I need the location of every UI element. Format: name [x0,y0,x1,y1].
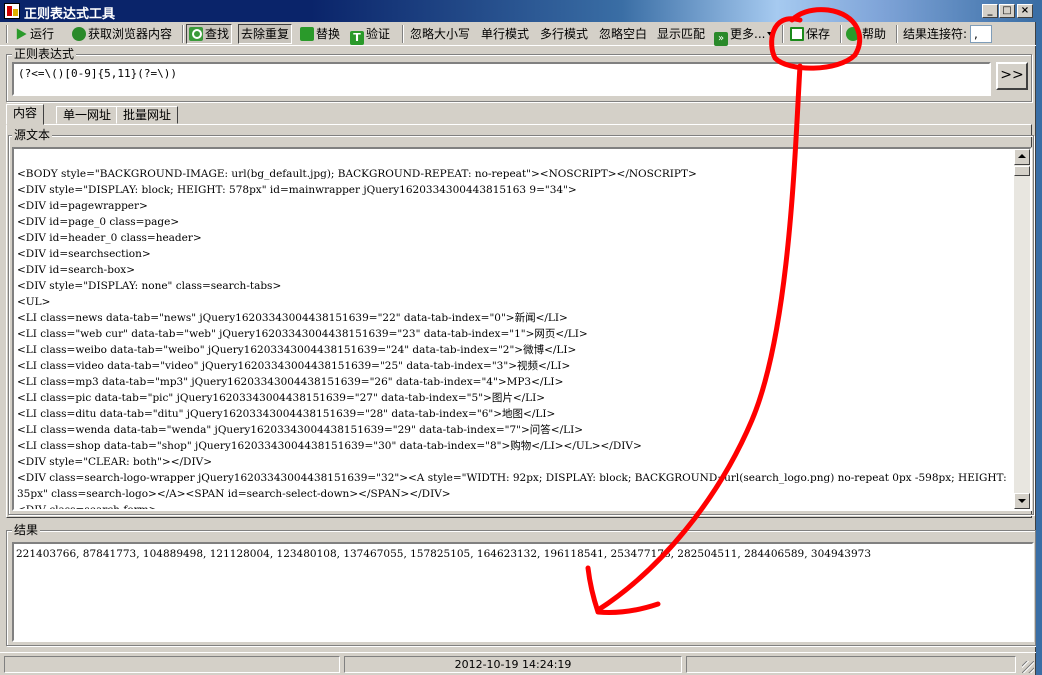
app-icon[interactable] [4,3,20,19]
help-label: 帮助 [862,27,887,41]
source-group-label: 源文本 [12,128,53,142]
result-text-area[interactable]: 221403766, 87841773, 104889498, 12112800… [12,542,1034,642]
separator-label: 结果连接符: [903,27,968,41]
run-button[interactable]: 运行 [14,24,54,44]
verify-label: 验证 [366,27,391,41]
window-title: 正则表达式工具 [24,7,116,22]
browser-icon [72,27,86,41]
scrollbar-thumb[interactable] [1014,166,1030,176]
tab-content[interactable]: 内容 [6,104,45,125]
source-text-area[interactable]: <BODY style="BACKGROUND-IMAGE: url(bg_de… [12,147,1032,511]
resize-grip-icon[interactable] [1022,661,1034,673]
apply-regex-button[interactable]: >> [996,62,1028,90]
source-vertical-scrollbar[interactable] [1014,149,1030,509]
title-bar[interactable]: 正则表达式工具 _ □ × [0,0,1036,22]
get-browser-label: 获取浏览器内容 [88,27,173,41]
toolbar-separator [782,25,784,43]
tab-single-url[interactable]: 单一网址 [56,106,119,124]
tab-batch-url[interactable]: 批量网址 [116,106,179,124]
toolbar-grip [6,25,8,43]
status-cell-right [686,656,1016,673]
status-bar: 2012-10-19 14:24:19 [0,652,1036,675]
help-icon [846,27,860,41]
scroll-down-arrow-icon[interactable] [1014,493,1030,509]
multi-line-toggle[interactable]: 多行模式 [540,24,588,44]
search-icon [189,27,203,41]
run-label: 运行 [30,27,55,41]
ignore-whitespace-toggle[interactable]: 忽略空白 [599,24,647,44]
result-separator-input[interactable]: , [970,25,992,43]
toolbar-separator [840,25,842,43]
close-button[interactable]: × [1017,4,1033,18]
more-label: 更多... [730,27,766,41]
maximize-button[interactable]: □ [999,4,1015,18]
play-icon [16,28,27,40]
regex-group-label: 正则表达式 [12,47,77,61]
verify-button[interactable]: T 验证 [350,24,391,45]
verify-icon: T [350,31,364,45]
replace-button[interactable]: 替换 [300,24,340,44]
remove-duplicates-button[interactable]: 去除重复 [238,24,293,44]
double-chevron-icon: » [714,32,728,46]
find-button[interactable]: 查找 [186,24,233,44]
floppy-disk-icon [790,27,804,41]
scroll-up-arrow-icon[interactable] [1014,149,1030,165]
toolbar-separator [182,25,184,43]
status-cell-left [4,656,340,673]
get-browser-content-button[interactable]: 获取浏览器内容 [72,24,172,44]
help-button[interactable]: 帮助 [846,24,886,44]
toolbar: 运行 获取浏览器内容 查找 去除重复 替换 T 验证 忽略大小写 单行模式 多行模… [0,22,1036,46]
ignore-case-toggle[interactable]: 忽略大小写 [410,24,470,44]
regex-input[interactable]: (?<=\()[0-9]{5,11}(?=\)) [12,62,991,96]
replace-label: 替换 [316,27,341,41]
find-label: 查找 [205,27,230,41]
status-datetime: 2012-10-19 14:24:19 [344,656,682,673]
source-text: <BODY style="BACKGROUND-IMAGE: url(bg_de… [17,168,1007,511]
save-button[interactable]: 保存 [790,24,830,44]
more-dropdown[interactable]: » 更多... [714,24,774,46]
remove-duplicates-label: 去除重复 [241,27,290,41]
result-group-label: 结果 [12,523,41,537]
single-line-toggle[interactable]: 单行模式 [481,24,529,44]
desktop-background [1036,0,1042,675]
replace-icon [300,27,314,41]
toolbar-separator [896,25,898,43]
save-label: 保存 [806,27,831,41]
show-match-toggle[interactable]: 显示匹配 [657,24,705,44]
toolbar-separator [402,25,404,43]
dropdown-arrow-icon [767,32,774,36]
minimize-button[interactable]: _ [982,4,998,18]
app-window: 正则表达式工具 _ □ × 运行 获取浏览器内容 查找 去除重复 替换 T 验证 … [0,0,1036,675]
